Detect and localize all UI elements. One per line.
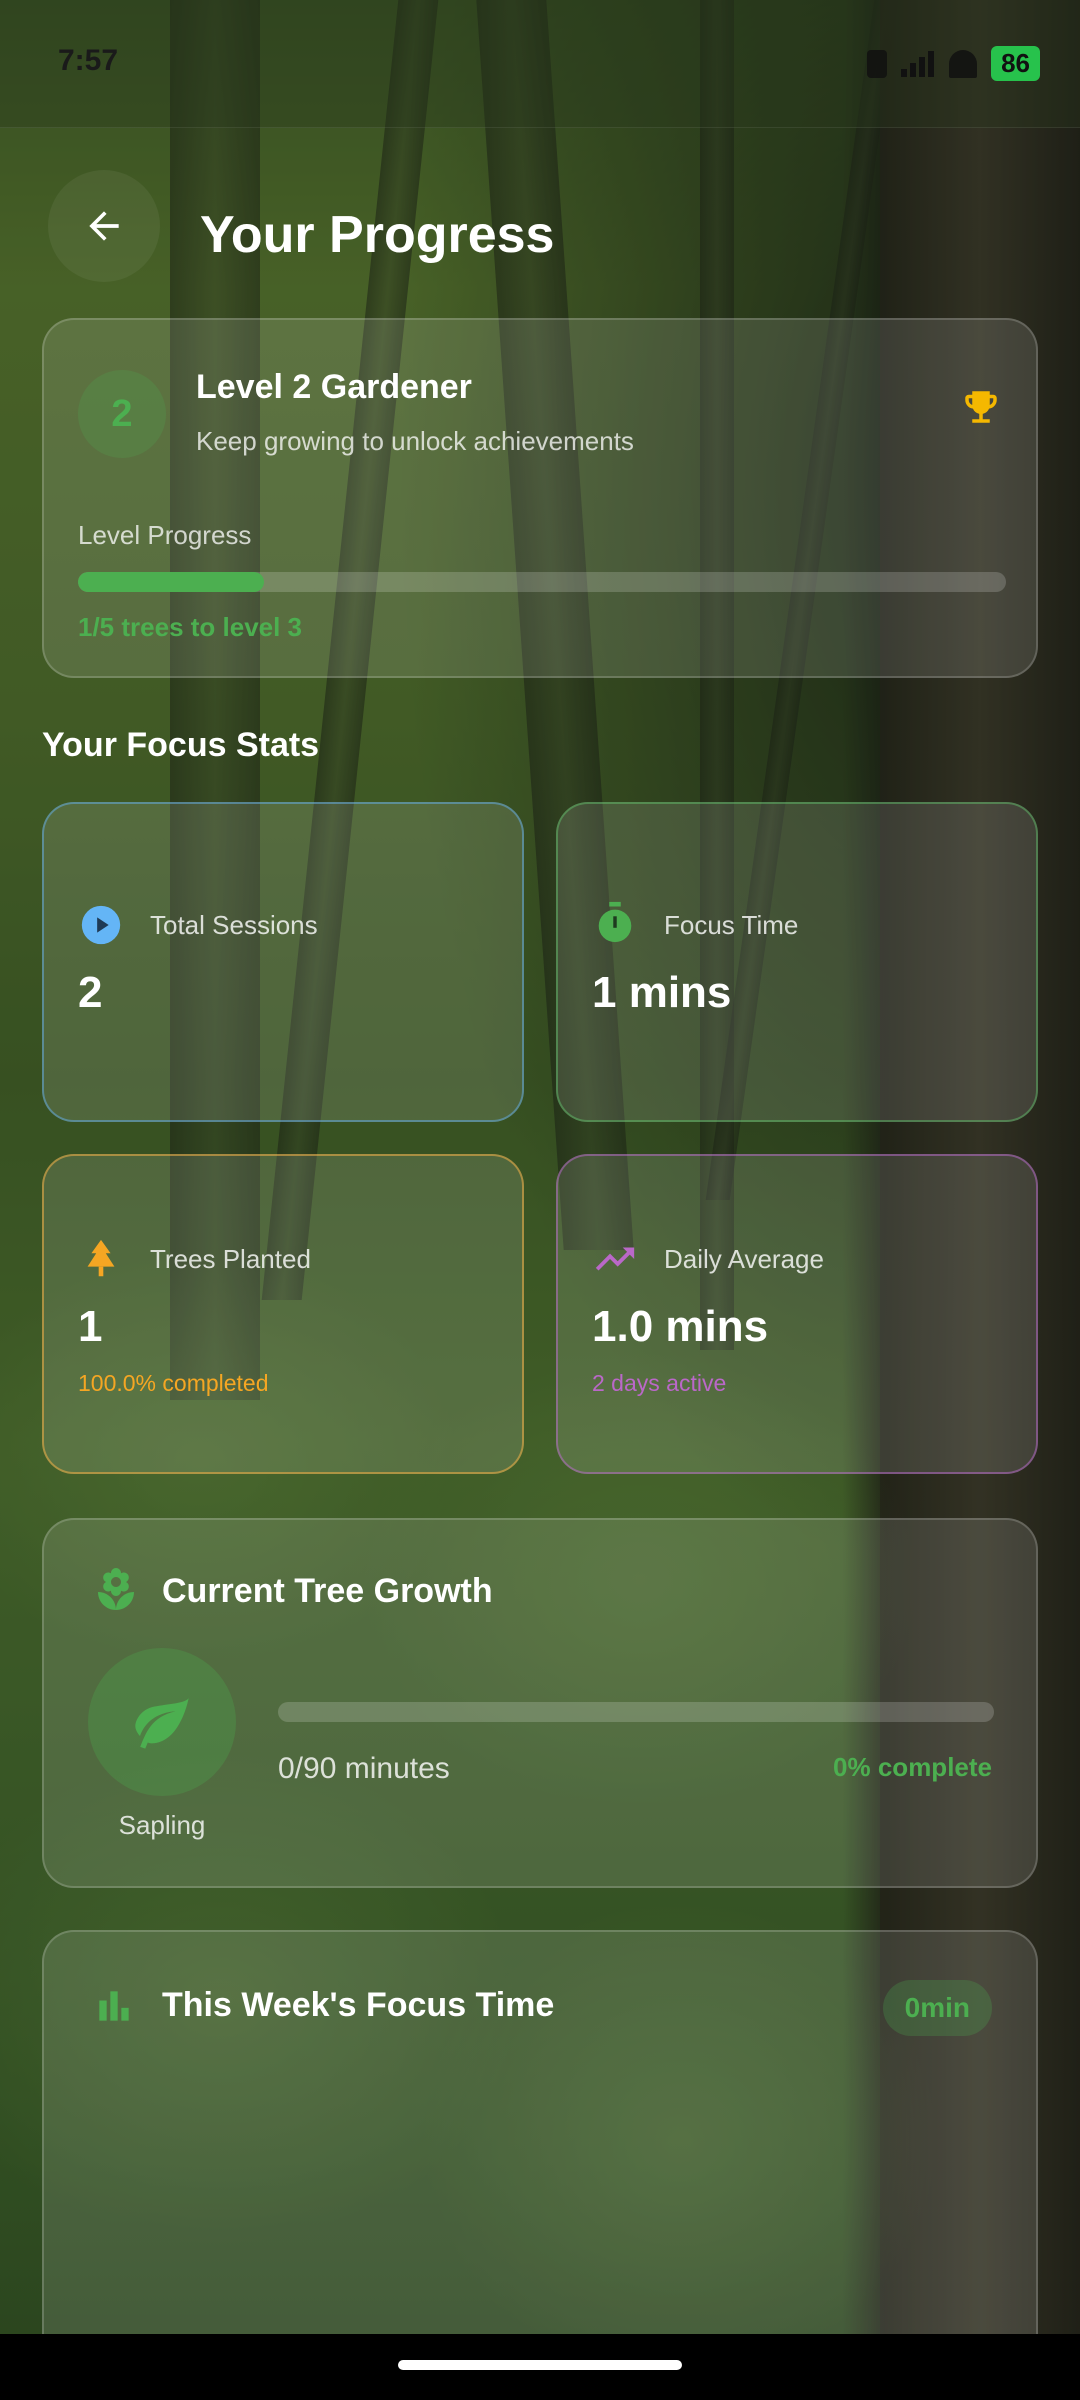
status-time: 7:57 (58, 44, 119, 77)
trending-up-icon (592, 1236, 638, 1282)
leaf-icon (135, 1698, 189, 1749)
stopwatch-icon (592, 900, 638, 946)
level-progress-fill (78, 572, 264, 592)
stat-card-focus-time: Focus Time 1 mins (556, 802, 1038, 1122)
page-title: Your Progress (200, 206, 555, 264)
stat-label: Focus Time (664, 910, 799, 940)
tree-growth-card: Current Tree Growth Sapling 0/90 minutes… (42, 1518, 1038, 1888)
status-icons: 86 (867, 46, 1040, 81)
tree-stage-label: Sapling (118, 1810, 206, 1840)
level-badge: 2 (78, 370, 166, 458)
status-bar: 7:57 86 (0, 0, 1080, 128)
home-indicator[interactable] (398, 2360, 682, 2370)
signal-icon (901, 50, 935, 77)
wifi-icon (949, 49, 978, 78)
level-progress-bar (78, 572, 1006, 592)
stat-extra: 100.0% completed (78, 1370, 269, 1396)
stat-value: 1 (78, 1302, 103, 1351)
stat-card-daily-average: Daily Average 1.0 mins 2 days active (556, 1154, 1038, 1474)
stat-card-trees-planted: Trees Planted 1 100.0% completed (42, 1154, 524, 1474)
stat-label: Daily Average (664, 1244, 824, 1274)
back-button[interactable] (48, 170, 160, 282)
level-progress-caption: 1/5 trees to level 3 (78, 612, 303, 642)
stat-extra: 2 days active (592, 1370, 727, 1396)
battery-indicator: 86 (991, 46, 1040, 81)
stat-label: Trees Planted (150, 1244, 311, 1274)
bar-chart-icon (99, 1991, 129, 2021)
stat-value: 2 (78, 968, 103, 1017)
trophy-icon (965, 391, 997, 423)
level-title: Level 2 Gardener (196, 368, 472, 406)
tree-growth-title: Current Tree Growth (162, 1572, 493, 1610)
sapling-avatar (88, 1648, 236, 1796)
weekly-total-badge: 0min (882, 1980, 992, 2036)
level-progress-label: Level Progress (78, 520, 252, 550)
tree-icon (78, 1236, 124, 1282)
tree-growth-minutes: 0/90 minutes (278, 1752, 450, 1785)
arrow-back-icon (89, 211, 119, 241)
vibrate-icon (867, 49, 888, 78)
weekly-focus-card: This Week's Focus Time 0min (42, 1930, 1038, 2350)
level-subtitle: Keep growing to unlock achievements (196, 426, 634, 456)
tree-growth-progress-bar (278, 1702, 994, 1722)
stats-section-title: Your Focus Stats (42, 726, 320, 764)
stat-card-total-sessions: Total Sessions 2 (42, 802, 524, 1122)
stat-value: 1.0 mins (592, 1302, 769, 1351)
play-circle-icon (78, 902, 124, 948)
stat-label: Total Sessions (150, 910, 318, 940)
flower-icon (98, 1568, 134, 1610)
tree-growth-percent: 0% complete (833, 1752, 992, 1782)
level-card: 2 Level 2 Gardener Keep growing to unloc… (42, 318, 1038, 678)
weekly-focus-title: This Week's Focus Time (162, 1986, 555, 2024)
stat-value: 1 mins (592, 968, 732, 1017)
